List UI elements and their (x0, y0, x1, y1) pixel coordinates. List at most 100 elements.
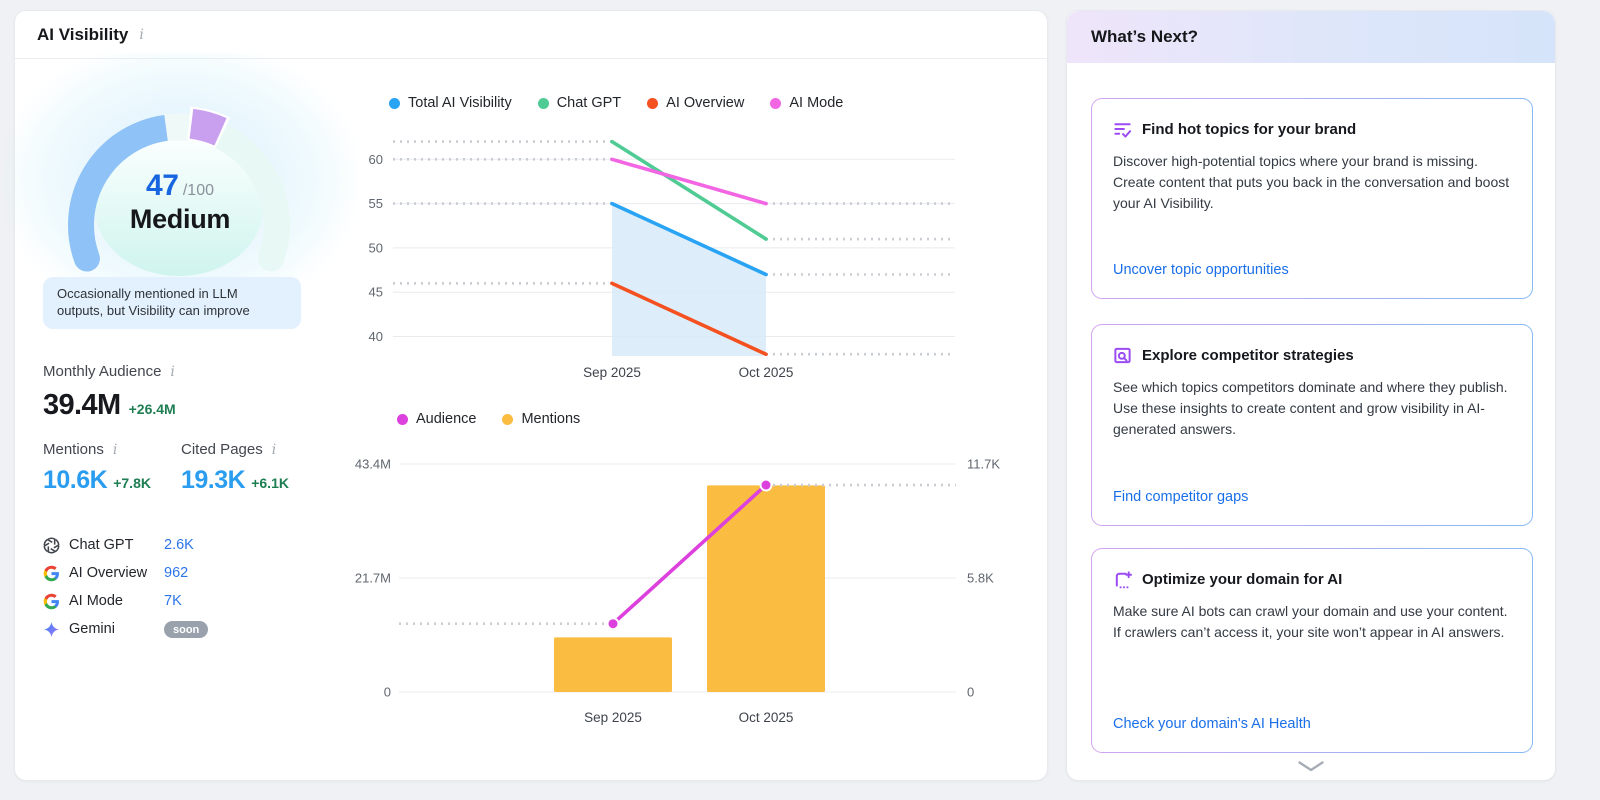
info-icon[interactable]: i (270, 443, 278, 457)
suggestion-card-optimize-domain: Optimize your domain for AI Make sure AI… (1091, 548, 1533, 753)
suggestion-card-hot-topics: Find hot topics for your brand Discover … (1091, 98, 1533, 299)
find-competitor-gaps-link[interactable]: Find competitor gaps (1113, 489, 1248, 505)
legend-label: Audience (416, 411, 476, 427)
legend-item-total-ai-visibility[interactable]: Total AI Visibility (389, 95, 512, 111)
metric-delta: +7.8K (113, 475, 151, 491)
list-item: AI Mode 7K (43, 587, 323, 615)
score-level: Medium (25, 204, 335, 235)
legend-dot (538, 98, 549, 109)
platform-value[interactable]: 7K (164, 593, 323, 609)
gemini-icon (43, 621, 60, 638)
visibility-gauge: 47 /100 Medium (25, 67, 335, 279)
svg-text:Oct 2025: Oct 2025 (739, 710, 794, 725)
platform-list: Chat GPT 2.6K AI Overview 962 AI Mode 7K (43, 531, 323, 643)
list-check-icon (1113, 120, 1132, 139)
check-domain-ai-health-link[interactable]: Check your domain's AI Health (1113, 716, 1311, 732)
list-item: Gemini soon (43, 615, 323, 643)
suggestion-card-competitors: Explore competitor strategies See which … (1091, 324, 1533, 526)
legend-dot (502, 414, 513, 425)
legend-label: Total AI Visibility (408, 95, 512, 111)
svg-text:60: 60 (369, 152, 383, 167)
platform-value[interactable]: 2.6K (164, 537, 323, 553)
svg-text:50: 50 (369, 240, 383, 255)
whats-next-header: What’s Next? (1067, 11, 1555, 63)
metric-value: 19.3K (181, 466, 245, 495)
ai-visibility-card: AI Visibility i 47 /100 Medium Occasiona… (14, 10, 1048, 781)
platform-value[interactable]: 962 (164, 565, 323, 581)
legend-dot (397, 414, 408, 425)
legend-label: AI Overview (666, 95, 744, 111)
info-icon[interactable]: i (111, 443, 119, 457)
info-icon[interactable]: i (137, 28, 145, 42)
google-icon (43, 593, 60, 610)
cited-pages-metric: Cited Pages i 19.3K +6.1K (181, 441, 289, 495)
svg-text:0: 0 (384, 685, 391, 700)
score-description: Occasionally mentioned in LLM outputs, b… (43, 277, 301, 329)
legend-dot (389, 98, 400, 109)
list-item: Chat GPT 2.6K (43, 531, 323, 559)
panel-title: What’s Next? (1091, 27, 1198, 47)
metric-label-text: Cited Pages (181, 441, 263, 458)
svg-text:40: 40 (369, 329, 383, 344)
card-title: Explore competitor strategies (1142, 347, 1354, 364)
uncover-topic-opportunities-link[interactable]: Uncover topic opportunities (1113, 262, 1289, 278)
visibility-line-chart: 40 45 50 55 60 Sep 2025 Oct 2025 (355, 123, 1035, 391)
legend-dot (647, 98, 658, 109)
score-max: /100 (183, 182, 214, 199)
info-icon[interactable]: i (168, 365, 176, 379)
platform-label: Gemini (69, 621, 164, 637)
card-title: Optimize your domain for AI (1142, 571, 1342, 588)
legend-dot (770, 98, 781, 109)
svg-text:Sep 2025: Sep 2025 (583, 365, 641, 380)
legend-item-audience[interactable]: Audience (397, 411, 476, 427)
window-search-icon (1113, 346, 1132, 365)
secondary-metrics: Mentions i 10.6K +7.8K Cited Pages i 19.… (43, 441, 289, 495)
score-value: 47 (146, 169, 178, 202)
card-title: Find hot topics for your brand (1142, 121, 1356, 138)
audience-mentions-chart: 0 0 21.7M 5.8K 43.4M 11.7K Sep 2025 Oct 2025 (355, 441, 1035, 733)
monthly-audience-label: Monthly Audience i (43, 363, 177, 380)
status-badge: soon (164, 621, 208, 638)
metric-label-text: Mentions (43, 441, 104, 458)
card-header: AI Visibility i (15, 11, 1047, 59)
expand-panel-button[interactable] (1067, 760, 1555, 773)
metric-label-text: Monthly Audience (43, 363, 161, 380)
audience-chart-legend: Audience Mentions (397, 411, 580, 427)
svg-text:11.7K: 11.7K (967, 457, 1000, 472)
whats-next-panel: What’s Next? Find hot topics for your br… (1066, 10, 1556, 781)
card-body: Discover high-potential topics where you… (1113, 151, 1511, 214)
list-item: AI Overview 962 (43, 559, 323, 587)
metric-delta: +26.4M (129, 401, 176, 417)
svg-text:43.4M: 43.4M (355, 457, 391, 472)
svg-text:Sep 2025: Sep 2025 (584, 710, 642, 725)
legend-item-chat-gpt[interactable]: Chat GPT (538, 95, 621, 111)
svg-text:21.7M: 21.7M (355, 571, 391, 586)
crop-plus-icon (1113, 570, 1132, 589)
card-body: See which topics competitors dominate an… (1113, 377, 1511, 440)
legend-label: AI Mode (789, 95, 843, 111)
legend-item-ai-overview[interactable]: AI Overview (647, 95, 744, 111)
metric-delta: +6.1K (251, 475, 289, 491)
legend-item-mentions[interactable]: Mentions (502, 411, 580, 427)
platform-label: AI Mode (69, 593, 164, 609)
mentions-metric: Mentions i 10.6K +7.8K (43, 441, 181, 495)
card-body: Make sure AI bots can crawl your domain … (1113, 601, 1511, 643)
legend-item-ai-mode[interactable]: AI Mode (770, 95, 843, 111)
svg-text:Oct 2025: Oct 2025 (739, 365, 794, 380)
platform-label: AI Overview (69, 565, 164, 581)
chatgpt-icon (43, 537, 60, 554)
platform-label: Chat GPT (69, 537, 164, 553)
metric-value: 39.4M (43, 389, 121, 422)
google-icon (43, 565, 60, 582)
chevron-down-icon (1297, 760, 1325, 773)
gauge-text: 47 /100 Medium (25, 169, 335, 235)
monthly-audience-value: 39.4M +26.4M (43, 389, 176, 422)
metric-value: 10.6K (43, 466, 107, 495)
page-title: AI Visibility (37, 25, 128, 45)
svg-text:0: 0 (967, 685, 974, 700)
svg-text:55: 55 (369, 196, 383, 211)
legend-label: Chat GPT (557, 95, 621, 111)
svg-text:45: 45 (369, 285, 383, 300)
svg-text:5.8K: 5.8K (967, 571, 994, 586)
legend-label: Mentions (521, 411, 580, 427)
